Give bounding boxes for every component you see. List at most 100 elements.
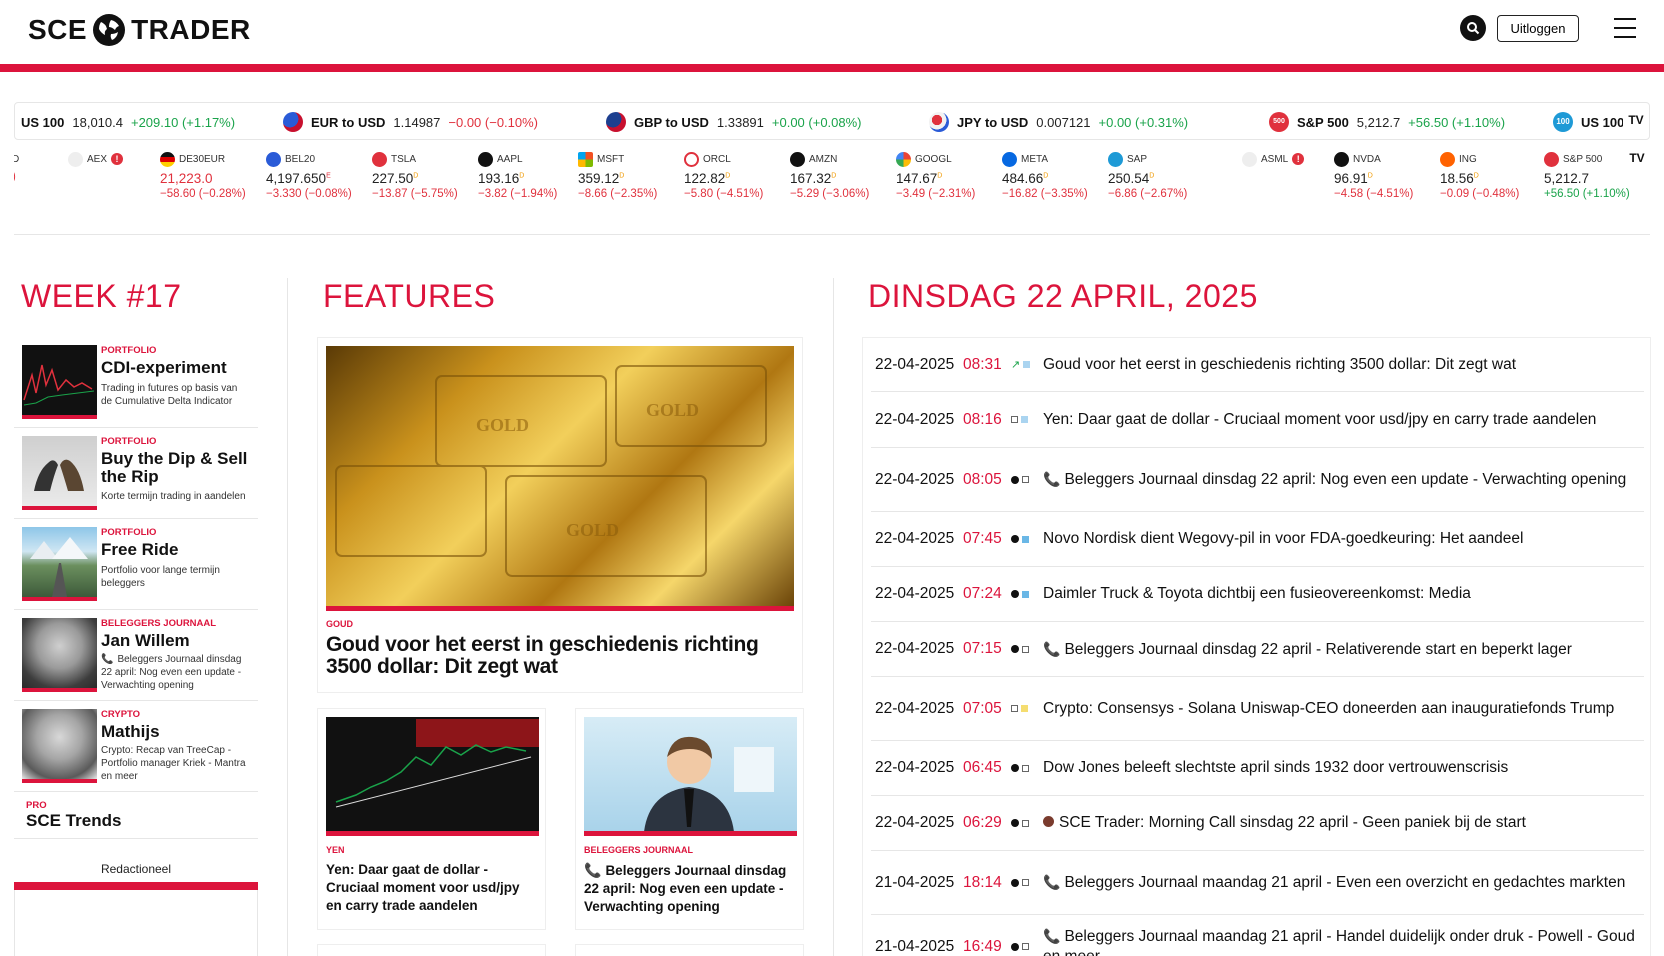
ticker-item-bel20[interactable]: BEL20 4,197.650E −3.330 (−0.08%) xyxy=(266,151,362,211)
column-divider xyxy=(287,278,288,956)
ticker-item-orcl[interactable]: ORCL 122.82D −5.80 (−4.51%) xyxy=(684,151,780,211)
svg-text:GOLD: GOLD xyxy=(476,415,529,435)
news-markers xyxy=(1011,705,1028,712)
tradingview-logo-icon[interactable]: TV xyxy=(1624,147,1650,169)
news-list: 22-04-2025 08:31 ↗ Goud voor het eerst i… xyxy=(862,337,1651,956)
ticker-item-amzn[interactable]: AMZN 167.32D −5.29 (−3.06%) xyxy=(790,151,886,211)
ticker-item-aapl[interactable]: AAPL 193.16D −3.82 (−1.94%) xyxy=(478,151,574,211)
news-date-title: DINSDAG 22 APRIL, 2025 xyxy=(868,278,1258,314)
feature-card-peek[interactable] xyxy=(317,944,546,956)
tesla-icon xyxy=(372,151,387,167)
week-item-buy-the-dip[interactable]: PORTFOLIO Buy the Dip & Sell the Rip Kor… xyxy=(14,428,258,519)
week-item-mathijs[interactable]: CRYPTO Mathijs Crypto: Recap van TreeCap… xyxy=(14,701,258,792)
ticker-item-msft[interactable]: MSFT 359.12D −8.66 (−2.35%) xyxy=(578,151,674,211)
news-markers xyxy=(1011,535,1029,543)
phone-icon: 📞 xyxy=(1043,471,1061,487)
ticker-item-eur-usd[interactable]: EUR to USD 1.14987 −0.00 (−0.10%) xyxy=(283,103,538,139)
news-markers xyxy=(1011,416,1028,423)
news-item[interactable]: 21-04-2025 18:14 📞 Beleggers Journaal maa… xyxy=(871,851,1644,915)
redactioneel-box xyxy=(14,890,258,956)
news-item[interactable]: 22-04-2025 08:05 📞 Beleggers Journaal din… xyxy=(871,448,1644,512)
ing-icon xyxy=(1440,151,1455,167)
news-item[interactable]: 22-04-2025 06:45 Dow Jones beleeft slech… xyxy=(871,741,1644,796)
gbp-usd-flag-icon xyxy=(606,112,626,132)
ticker-tape-bottom[interactable]: D ) AEX ! DE30EUR 21,223.0 −58.60 (−0.28… xyxy=(14,143,1650,235)
site-logo[interactable]: SCE TRADER xyxy=(28,10,251,50)
ticker-item-sap[interactable]: SAP 250.54D −6.86 (−2.67%) xyxy=(1108,151,1204,211)
news-markers xyxy=(1011,942,1029,951)
ticker-item-partial[interactable]: D ) xyxy=(14,151,32,211)
news-item[interactable]: 22-04-2025 07:05 Crypto: Consensys - Sol… xyxy=(871,677,1644,741)
week-item-free-ride[interactable]: PORTFOLIO Free Ride Portfolio voor lange… xyxy=(14,519,258,610)
presenter-illustration-image xyxy=(584,717,797,836)
jpy-usd-flag-icon xyxy=(929,112,949,132)
svg-text:GOLD: GOLD xyxy=(646,400,699,420)
news-markers xyxy=(1011,475,1029,484)
mathijs-avatar xyxy=(22,709,97,783)
news-item[interactable]: 22-04-2025 07:24 Daimler Truck & Toyota … xyxy=(871,567,1644,622)
news-markers xyxy=(1011,645,1029,653)
news-item[interactable]: 22-04-2025 08:16 Yen: Daar gaat de dolla… xyxy=(871,392,1644,448)
ticker-item-aex[interactable]: AEX ! xyxy=(68,151,164,211)
sap-icon xyxy=(1108,151,1123,167)
ticker-item-ing[interactable]: ING 18.56D −0.09 (−0.48%) xyxy=(1440,151,1536,211)
eur-usd-flag-icon xyxy=(283,112,303,132)
ticker-item-jpy-usd[interactable]: JPY to USD 0.007121 +0.00 (+0.31%) xyxy=(929,103,1188,139)
apple-icon xyxy=(478,151,493,167)
ticker-item-us100-repeat[interactable]: 100 US 100 xyxy=(1553,103,1624,139)
ticker-item-nvda[interactable]: NVDA 96.91D −4.58 (−4.51%) xyxy=(1334,151,1430,211)
ticker-item-sp500[interactable]: 500 S&P 500 5,212.7 +56.50 (+1.10%) xyxy=(1269,103,1505,139)
ticker-item-gbp-usd[interactable]: GBP to USD 1.33891 +0.00 (+0.08%) xyxy=(606,103,862,139)
globe-logo-icon xyxy=(93,14,126,46)
feature-main-card[interactable]: GOLD GOLD GOLD GOUD Goud voor het eerst … xyxy=(317,337,803,693)
logout-button[interactable]: Uitloggen xyxy=(1497,15,1579,42)
phone-icon: 📞 xyxy=(584,862,602,878)
news-markers xyxy=(1011,764,1029,772)
ticker-item-googl[interactable]: GOOGL 147.67D −3.49 (−2.31%) xyxy=(896,151,992,211)
ticker-tape-top[interactable]: US 100 18,010.4 +209.10 (+1.17%) EUR to … xyxy=(14,102,1650,140)
ticker-item-meta[interactable]: META 484.66D −16.82 (−3.35%) xyxy=(1002,151,1098,211)
meta-icon xyxy=(1002,151,1017,167)
news-item[interactable]: 22-04-2025 07:45 Novo Nordisk dient Wego… xyxy=(871,512,1644,567)
nvidia-icon xyxy=(1334,151,1349,167)
ticker-item-de30eur[interactable]: DE30EUR 21,223.0 −58.60 (−0.28%) xyxy=(160,151,256,211)
week-item-jan-willem[interactable]: BELEGGERS JOURNAAL Jan Willem 📞 Beleggers… xyxy=(14,610,258,701)
week-title: WEEK #17 xyxy=(21,278,182,314)
tradingview-logo-icon[interactable]: TV xyxy=(1623,109,1649,131)
feature-card-peek[interactable] xyxy=(575,944,804,956)
week-item-sce-trends[interactable]: PRO SCE Trends xyxy=(14,792,258,839)
ticker-item-us100[interactable]: US 100 18,010.4 +209.10 (+1.17%) xyxy=(21,103,235,139)
sp500-icon xyxy=(1544,151,1559,167)
ticker-item-asml[interactable]: ASML ! xyxy=(1242,151,1338,211)
news-item[interactable]: 21-04-2025 16:49 📞 Beleggers Journaal maa… xyxy=(871,915,1644,956)
jan-willem-avatar xyxy=(22,618,97,692)
cdi-chart-thumbnail xyxy=(22,345,97,419)
news-item[interactable]: 22-04-2025 06:29 SCE Trader: Morning Cal… xyxy=(871,796,1644,851)
week-list: PORTFOLIO CDI-experiment Trading in futu… xyxy=(14,337,258,839)
news-item[interactable]: 22-04-2025 07:15 📞 Beleggers Journaal din… xyxy=(871,622,1644,677)
microphone-icon xyxy=(1043,816,1054,827)
redactioneel-label[interactable]: Redactioneel xyxy=(14,862,258,876)
germany-flag-icon xyxy=(160,151,175,167)
search-icon xyxy=(1467,22,1480,35)
search-button[interactable] xyxy=(1460,15,1486,41)
logo-text-right: TRADER xyxy=(131,14,251,45)
road-landscape-thumbnail xyxy=(22,527,97,601)
microsoft-icon xyxy=(578,151,593,167)
week-item-cdi[interactable]: PORTFOLIO CDI-experiment Trading in futu… xyxy=(14,337,258,428)
google-icon xyxy=(896,151,911,167)
bull-bear-thumbnail xyxy=(22,436,97,510)
column-divider xyxy=(833,278,834,956)
trend-up-icon: ↗ xyxy=(1011,359,1021,371)
hamburger-menu-icon[interactable] xyxy=(1614,18,1636,38)
feature-card-yen[interactable]: YEN Yen: Daar gaat de dollar - Cruciaal … xyxy=(317,708,546,930)
news-item[interactable]: 22-04-2025 08:31 ↗ Goud voor het eerst i… xyxy=(871,338,1644,392)
feature-card-beleggers-journaal[interactable]: BELEGGERS JOURNAAL 📞 Beleggers Journaal d… xyxy=(575,708,804,930)
warning-icon: ! xyxy=(1292,153,1305,165)
phone-icon: 📞 xyxy=(1043,928,1061,944)
amazon-icon xyxy=(790,151,805,167)
news-markers xyxy=(1011,590,1029,598)
bel20-icon xyxy=(266,151,281,167)
ticker-item-tsla[interactable]: TSLA 227.50D −13.87 (−5.75%) xyxy=(372,151,468,211)
redactioneel-accent-bar xyxy=(14,882,258,890)
